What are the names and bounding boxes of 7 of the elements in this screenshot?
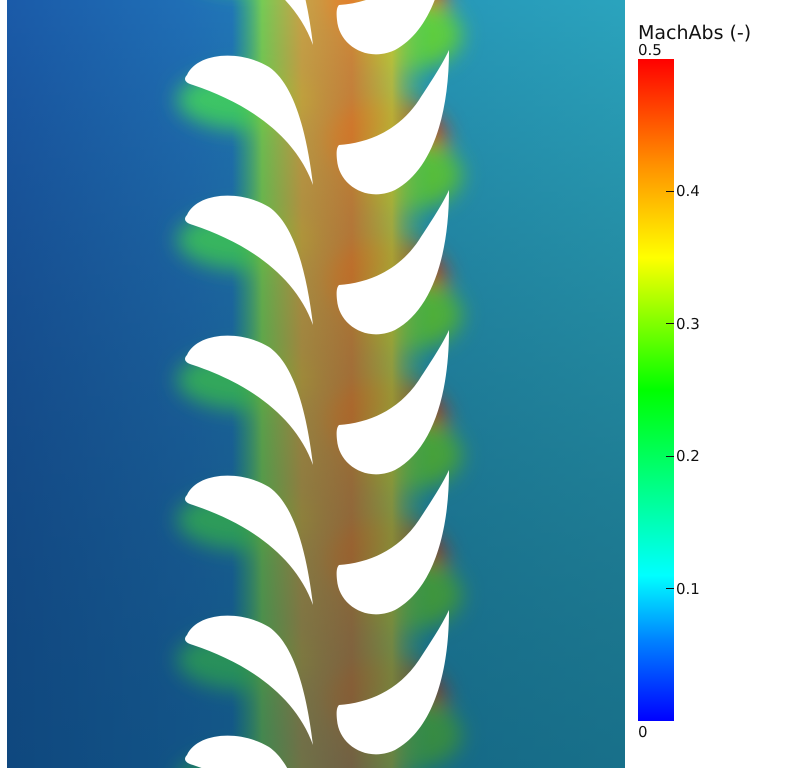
tick-label: 0.3: [675, 314, 700, 333]
legend-title: MachAbs (-): [638, 24, 752, 43]
tick-label: 0.2: [675, 447, 700, 466]
legend-min-label: 0: [638, 722, 649, 740]
tick-label: 0.4: [675, 182, 700, 200]
tick-label: 0.1: [675, 580, 700, 598]
legend-max-label: 0.5: [638, 43, 663, 59]
